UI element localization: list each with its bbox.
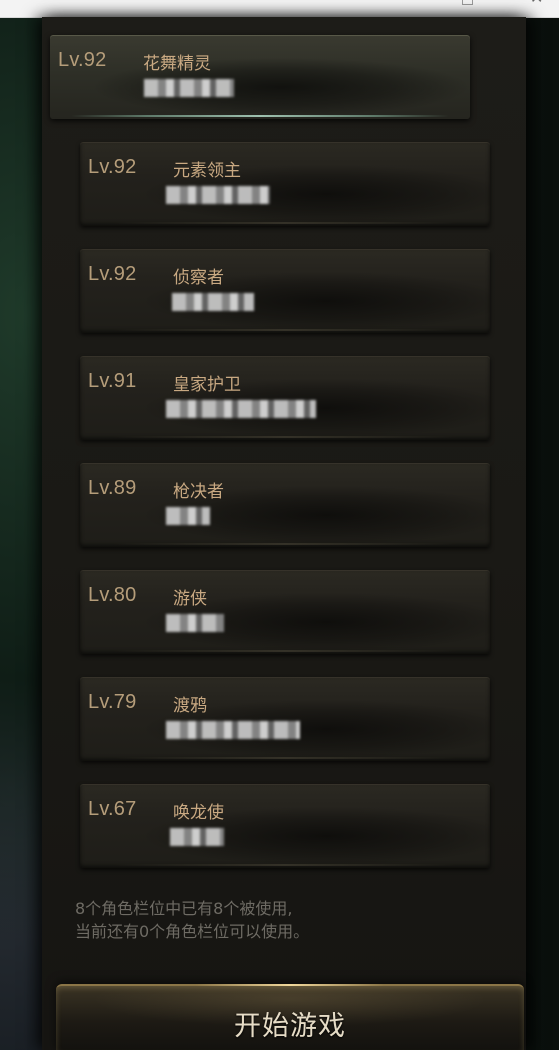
- character-name-obscured: [166, 186, 270, 204]
- character-name-obscured: [166, 721, 300, 739]
- start-game-label: 开始游戏: [234, 1011, 346, 1042]
- character-slot-7[interactable]: Lv.79 渡鸦: [80, 677, 490, 761]
- character-level: Lv.91: [88, 370, 137, 392]
- character-name-obscured: [172, 293, 254, 311]
- character-level: Lv.89: [88, 477, 137, 499]
- character-level: Lv.92: [88, 156, 137, 178]
- game-launcher-window: ✕ Lv.92 花舞精灵 Lv.92 元素领主 Lv.92 侦察者 Lv.91 …: [0, 0, 559, 1050]
- start-game-button[interactable]: 开始游戏: [56, 984, 524, 1050]
- close-icon[interactable]: ✕: [530, 0, 548, 11]
- character-name-obscured: [166, 614, 224, 632]
- character-slot-2[interactable]: Lv.92 元素领主: [80, 142, 490, 226]
- character-class: 元素领主: [173, 161, 241, 181]
- maximize-icon[interactable]: [462, 0, 476, 17]
- character-level: Lv.80: [88, 584, 137, 606]
- slot-usage-note: 8个角色栏位中已有8个被使用, 当前还有0个角色栏位可以使用。: [75, 897, 309, 943]
- character-class: 渡鸦: [173, 696, 207, 716]
- slot-usage-line-2: 当前还有0个角色栏位可以使用。: [75, 922, 310, 941]
- character-name-obscured: [144, 79, 234, 97]
- character-slot-3[interactable]: Lv.92 侦察者: [80, 249, 490, 333]
- character-slot-8[interactable]: Lv.67 唤龙使: [80, 784, 490, 868]
- slot-usage-line-1: 8个角色栏位中已有8个被使用,: [75, 899, 293, 918]
- character-slot-6[interactable]: Lv.80 游侠: [80, 570, 490, 654]
- character-class: 侦察者: [173, 268, 224, 288]
- character-name-obscured: [166, 507, 210, 525]
- character-slot-4[interactable]: Lv.91 皇家护卫: [80, 356, 490, 440]
- character-class: 皇家护卫: [173, 375, 241, 395]
- character-name-obscured: [170, 828, 224, 846]
- character-level: Lv.79: [88, 691, 137, 713]
- character-class: 枪决者: [173, 482, 224, 502]
- character-select-panel: Lv.92 花舞精灵 Lv.92 元素领主 Lv.92 侦察者 Lv.91 皇家…: [42, 17, 526, 1050]
- character-level: Lv.92: [58, 49, 107, 71]
- title-bar: ✕: [0, 0, 559, 18]
- character-class: 游侠: [173, 589, 207, 609]
- character-class: 唤龙使: [173, 803, 224, 823]
- character-slot-5[interactable]: Lv.89 枪决者: [80, 463, 490, 547]
- character-level: Lv.92: [88, 263, 137, 285]
- character-name-obscured: [166, 400, 316, 418]
- character-class: 花舞精灵: [143, 54, 211, 74]
- character-slot-1[interactable]: Lv.92 花舞精灵: [50, 35, 470, 119]
- character-level: Lv.67: [88, 798, 137, 820]
